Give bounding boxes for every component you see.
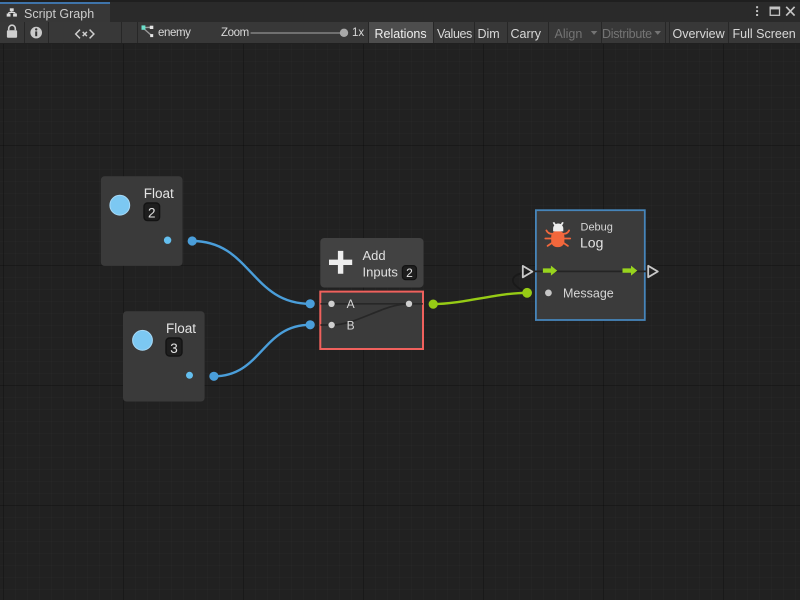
svg-text:Float: Float <box>166 321 196 336</box>
svg-text:Log: Log <box>580 235 603 251</box>
svg-text:Message: Message <box>563 287 614 301</box>
svg-text:B: B <box>347 319 355 333</box>
svg-text:3: 3 <box>170 341 178 356</box>
svg-text:2: 2 <box>148 205 156 220</box>
svg-text:2: 2 <box>406 266 413 280</box>
svg-text:Debug: Debug <box>581 222 613 234</box>
svg-text:Inputs: Inputs <box>363 264 399 279</box>
svg-text:Float: Float <box>144 186 174 201</box>
svg-text:A: A <box>347 297 355 311</box>
svg-text:Add: Add <box>363 248 386 263</box>
